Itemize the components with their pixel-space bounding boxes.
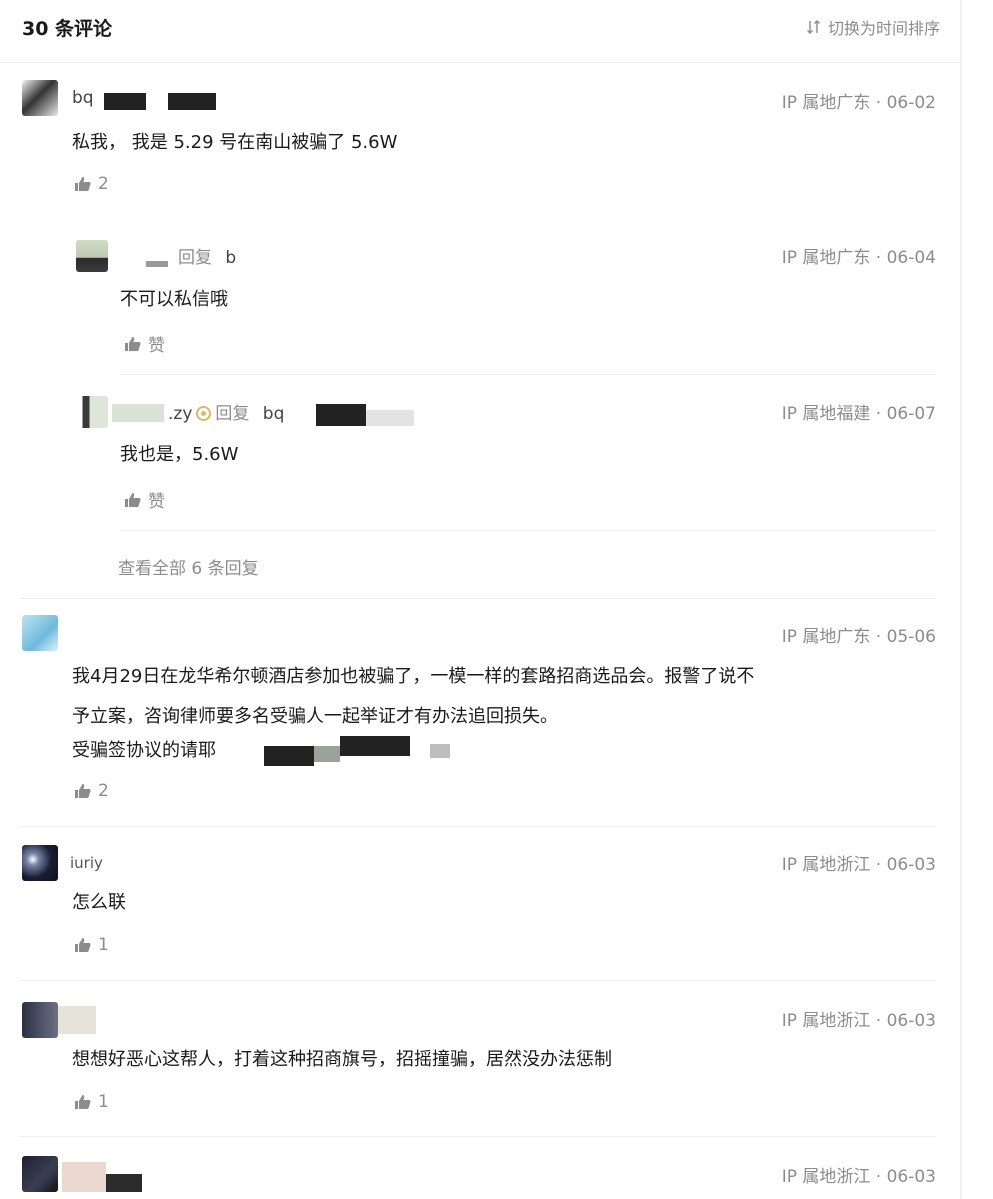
redacted-block	[264, 746, 314, 766]
comment-meta: IP 属地浙江 · 06-03	[781, 855, 936, 875]
reply-target[interactable]: b	[225, 248, 236, 268]
reply-author[interactable]: 回复 b	[178, 243, 236, 268]
like-button[interactable]: 2	[74, 781, 109, 801]
thumbs-up-icon	[75, 938, 91, 952]
like-button[interactable]: 1	[74, 1092, 109, 1112]
reply-word: 回复	[178, 248, 212, 268]
like-button[interactable]: 1	[74, 935, 109, 955]
comment-meta: IP 属地广东 · 05-06	[781, 627, 936, 647]
redacted-block	[366, 410, 414, 426]
view-all-replies-link[interactable]: 查看全部 6 条回复	[118, 554, 259, 579]
comment-meta: IP 属地广东 · 06-02	[781, 93, 936, 113]
avatar[interactable]	[76, 396, 108, 428]
like-count: 2	[98, 174, 109, 194]
redacted-block	[104, 93, 146, 110]
avatar[interactable]	[76, 240, 108, 272]
comment-divider	[20, 598, 936, 599]
scroll-track	[960, 0, 962, 1199]
comment-divider	[20, 826, 936, 827]
thumbs-up-icon	[125, 336, 141, 351]
redacted-block	[62, 1162, 106, 1192]
reply-word: 回复	[215, 404, 250, 424]
reply-author-name: .zy	[168, 404, 193, 424]
sort-toggle-label: 切换为时间排序	[827, 19, 940, 38]
like-label: 赞	[148, 492, 165, 512]
comment-count: 30 条评论	[22, 18, 113, 40]
thumbs-up-icon	[75, 1095, 91, 1109]
comment-meta: IP 属地浙江 · 06-03	[781, 1167, 936, 1187]
comment-content-line: 受骗签协议的请耶	[72, 740, 216, 761]
sort-toggle-button[interactable]: 切换为时间排序	[806, 15, 940, 39]
comment-content: 怎么联	[72, 892, 126, 913]
redacted-block	[130, 852, 150, 866]
comment-divider	[20, 980, 936, 981]
comment-divider	[20, 1136, 936, 1137]
like-count: 1	[98, 1092, 109, 1112]
comment-content-line: 予立案，咨询律师要多名受骗人一起举证才有办法追回损失。	[72, 706, 558, 727]
comment-author[interactable]: iuriy	[70, 854, 103, 872]
like-button[interactable]: 2	[74, 174, 109, 194]
like-label: 赞	[148, 336, 165, 356]
reply-meta: IP 属地福建 · 06-07	[781, 404, 936, 424]
redacted-block	[340, 736, 410, 756]
redacted-block	[146, 261, 168, 267]
comment-author[interactable]: bq	[72, 88, 94, 108]
redacted-block	[58, 1006, 96, 1034]
comment-content: 想想好恶心这帮人，打着这种招商旗号，招摇撞骗，居然没办法惩制	[72, 1049, 612, 1070]
avatar[interactable]	[22, 845, 58, 881]
medal-icon	[196, 406, 212, 421]
avatar[interactable]	[22, 1002, 58, 1038]
like-button[interactable]: 赞	[124, 487, 165, 512]
comment-content: 私我， 我是 5.29 号在南山被骗了 5.6W	[72, 132, 398, 153]
reply-target[interactable]: bq	[263, 404, 285, 424]
reply-meta: IP 属地广东 · 06-04	[781, 248, 936, 268]
avatar[interactable]	[22, 615, 58, 651]
like-button[interactable]: 赞	[124, 331, 165, 356]
thumbs-up-icon	[75, 177, 91, 191]
reply-divider	[120, 374, 936, 375]
reply-content: 不可以私信哦	[120, 289, 228, 310]
avatar[interactable]	[22, 80, 58, 116]
author-name: bq	[72, 88, 94, 108]
thumbs-up-icon	[125, 492, 141, 507]
reply-content: 我也是，5.6W	[120, 444, 239, 465]
comment-content-line: 我4月29日在龙华希尔顿酒店参加也被骗了，一模一样的套路招商选品会。报警了说不	[72, 666, 755, 687]
redacted-block	[430, 744, 450, 758]
redacted-block	[168, 93, 216, 110]
comment-meta: IP 属地浙江 · 06-03	[781, 1011, 936, 1031]
comments-header: 30 条评论 切换为时间排序	[0, 0, 960, 63]
thumbs-up-icon	[75, 784, 91, 798]
sort-arrows-icon	[806, 20, 820, 34]
avatar[interactable]	[22, 1156, 58, 1192]
reply-author[interactable]: .zy 回复 bq	[168, 399, 284, 424]
like-count: 2	[98, 781, 109, 801]
like-count: 1	[98, 935, 109, 955]
redacted-block	[112, 404, 164, 422]
redacted-block	[314, 746, 340, 762]
reply-divider	[120, 530, 936, 531]
redacted-block	[316, 404, 366, 426]
redacted-block	[106, 1174, 142, 1192]
